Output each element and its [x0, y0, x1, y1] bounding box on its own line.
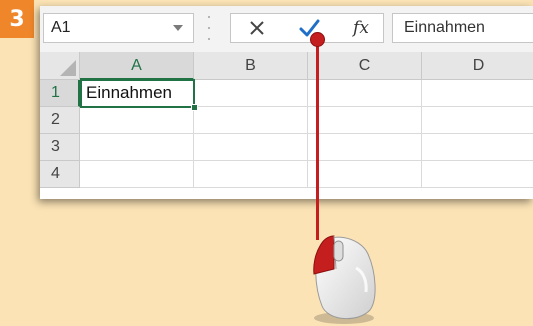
row-header-2[interactable]: 2 [40, 107, 80, 134]
column-header-d[interactable]: D [422, 52, 533, 80]
formula-bar-grip[interactable] [207, 16, 211, 40]
row-header-4[interactable]: 4 [40, 161, 80, 188]
cell-d4[interactable] [422, 161, 533, 188]
excel-window: A1 fx Einnahmen A B C D 1 2 3 4 Einnahme… [40, 6, 533, 199]
cell-a2[interactable] [80, 107, 194, 134]
cancel-button[interactable] [237, 14, 277, 42]
cell-d2[interactable] [422, 107, 533, 134]
pointer-line [316, 40, 319, 240]
step-number-badge: 3 [0, 0, 34, 38]
fx-icon[interactable]: fx [353, 18, 369, 38]
cell-b3[interactable] [194, 134, 308, 161]
chevron-down-icon[interactable] [173, 25, 183, 31]
column-header-a[interactable]: A [80, 52, 194, 80]
cell-d1[interactable] [422, 80, 533, 107]
row-header-3[interactable]: 3 [40, 134, 80, 161]
formula-input-value[interactable]: Einnahmen [404, 19, 485, 37]
cell-c4[interactable] [308, 161, 422, 188]
cell-c2[interactable] [308, 107, 422, 134]
name-box[interactable]: A1 [43, 13, 194, 43]
name-box-value[interactable]: A1 [51, 19, 71, 37]
select-all-button[interactable] [40, 52, 80, 80]
cell-a4[interactable] [80, 161, 194, 188]
fill-handle[interactable] [191, 104, 198, 111]
cell-a3[interactable] [80, 134, 194, 161]
column-header-c[interactable]: C [308, 52, 422, 80]
cell-d3[interactable] [422, 134, 533, 161]
formula-bar-buttons: fx [230, 13, 384, 43]
cell-c1[interactable] [308, 80, 422, 107]
column-header-b[interactable]: B [194, 52, 308, 80]
insert-function-button[interactable]: fx [341, 14, 381, 42]
cell-b4[interactable] [194, 161, 308, 188]
formula-bar: A1 fx Einnahmen [40, 6, 533, 53]
formula-input[interactable]: Einnahmen [392, 13, 533, 43]
cell-b2[interactable] [194, 107, 308, 134]
cell-a1-active[interactable]: Einnahmen [80, 79, 195, 108]
cell-b1[interactable] [194, 80, 308, 107]
close-x-icon[interactable] [237, 14, 277, 42]
worksheet-grid: A B C D 1 2 3 4 Einnahmen [40, 52, 533, 199]
cell-c3[interactable] [308, 134, 422, 161]
row-header-1[interactable]: 1 [40, 80, 80, 107]
mouse-icon [313, 235, 376, 324]
click-target-marker [310, 32, 325, 47]
